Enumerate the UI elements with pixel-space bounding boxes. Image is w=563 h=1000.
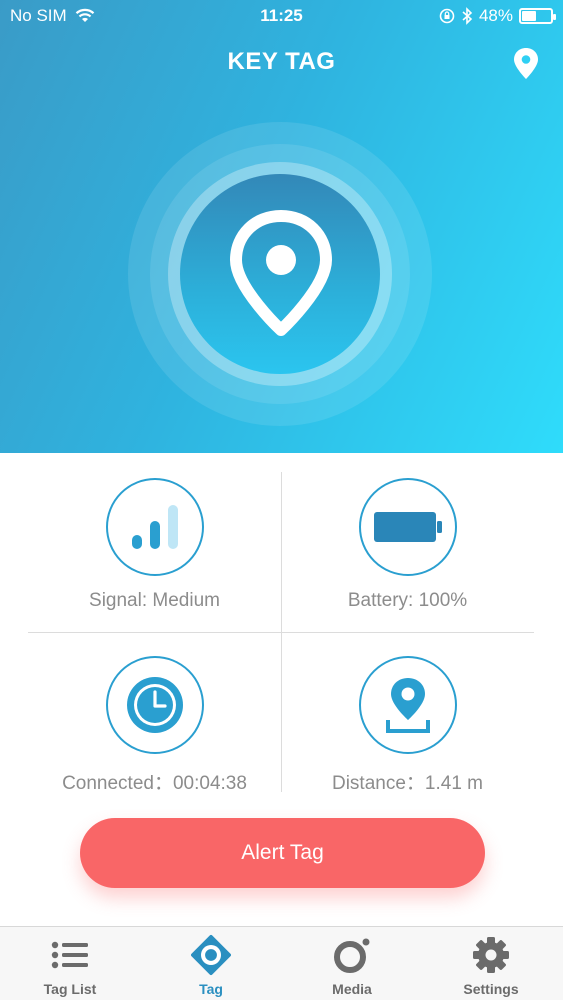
battery-percent: 48% (478, 6, 513, 25)
clock-icon (126, 677, 183, 733)
status-right: 48% (439, 6, 556, 26)
location-pin-icon (230, 210, 332, 336)
alert-tag-button[interactable]: Alert Tag (80, 818, 485, 888)
signal-circle (105, 478, 204, 576)
location-pin-icon[interactable] (511, 46, 541, 82)
distance-stat: Distance：1.41 m (281, 656, 534, 795)
tab-bar: Tag List Tag Media Settings (0, 926, 563, 1000)
tab-tag-list[interactable]: Tag List (0, 927, 140, 1000)
status-bar: No SIM 11:25 48% (0, 0, 563, 32)
signal-label: Signal: Medium (89, 590, 220, 611)
connected-circle (105, 656, 204, 754)
map-pin-icon (385, 678, 430, 733)
camera-ring-icon (332, 935, 372, 975)
grid-divider-horizontal (28, 632, 534, 633)
tab-media[interactable]: Media (282, 927, 422, 1000)
tab-label: Tag List (43, 981, 97, 997)
connected-stat: Connected：00:04:38 (28, 656, 281, 795)
tab-label: Media (332, 981, 372, 997)
orientation-lock-icon (439, 8, 455, 24)
list-icon (50, 935, 90, 975)
stats-grid: Signal: Medium Battery: 100% Connected：0… (28, 468, 534, 794)
tab-label: Settings (463, 981, 519, 997)
battery-circle (358, 478, 457, 576)
distance-label: Distance：1.41 m (331, 773, 483, 794)
connected-label: Connected：00:04:38 (62, 773, 247, 794)
battery-full-icon (373, 512, 442, 542)
tab-label: Tag (199, 981, 223, 997)
distance-circle (358, 656, 457, 754)
signal-bars-icon (131, 505, 178, 549)
battery-icon (519, 8, 556, 24)
bluetooth-icon (462, 7, 473, 25)
gear-icon (471, 935, 511, 975)
signal-stat: Signal: Medium (28, 478, 281, 612)
battery-label: Battery: 100% (347, 590, 468, 611)
battery-stat: Battery: 100% (281, 478, 534, 612)
tab-tag[interactable]: Tag (141, 927, 281, 1000)
eye-target-icon (191, 935, 231, 975)
hero-header: No SIM 11:25 48% KEY TAG (0, 0, 563, 453)
page-title: KEY TAG (227, 48, 336, 75)
tab-settings[interactable]: Settings (421, 927, 561, 1000)
battery-level-fill (522, 11, 537, 21)
